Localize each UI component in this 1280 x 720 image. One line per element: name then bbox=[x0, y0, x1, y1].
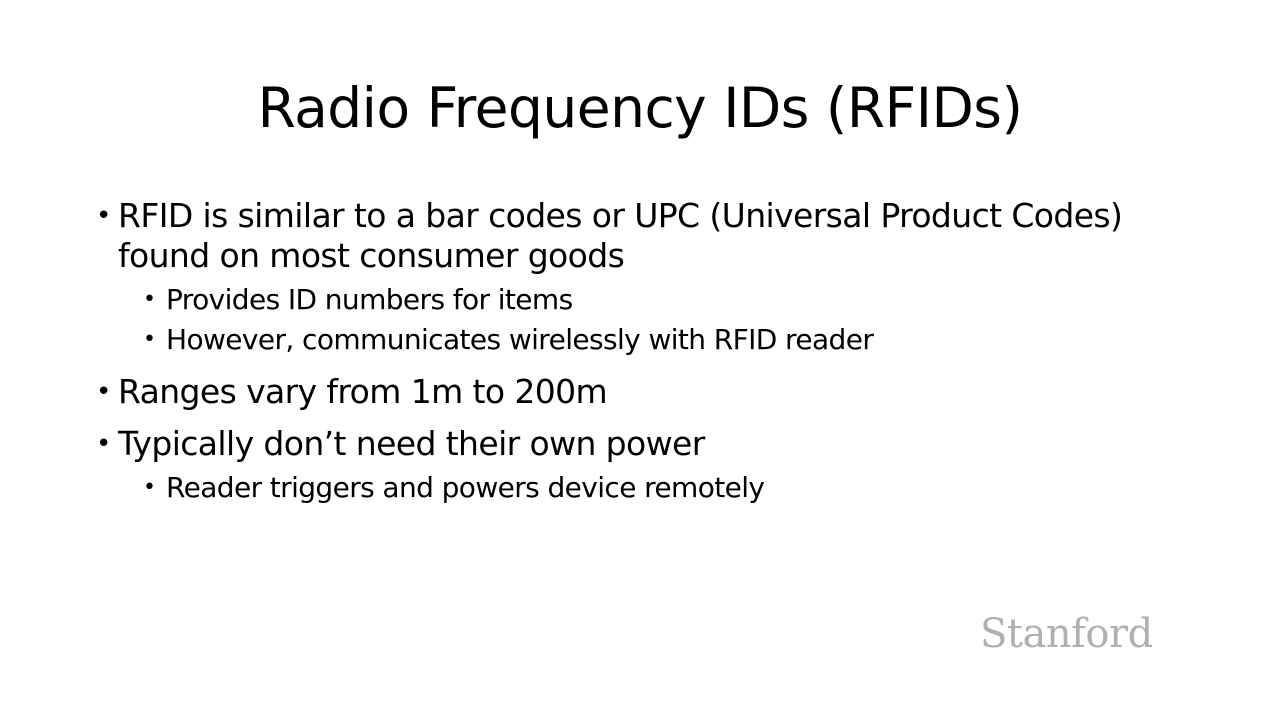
bullet-marker: • bbox=[96, 201, 111, 231]
bullet-item: • Typically don’t need their own power •… bbox=[96, 424, 1206, 508]
bullet-marker: • bbox=[96, 429, 111, 459]
sub-bullet-item: • Provides ID numbers for items bbox=[118, 280, 1206, 320]
sub-bullet-marker: • bbox=[143, 475, 156, 500]
bullet-list: • RFID is similar to a bar codes or UPC … bbox=[96, 196, 1206, 520]
sub-bullet-list: • Provides ID numbers for items • Howeve… bbox=[118, 280, 1206, 360]
sub-bullet-text: However, communicates wirelessly with RF… bbox=[166, 323, 874, 356]
bullet-marker: • bbox=[96, 377, 111, 407]
bullet-text: Ranges vary from 1m to 200m bbox=[118, 372, 608, 411]
slide-title: Radio Frequency IDs (RFIDs) bbox=[257, 76, 1023, 140]
sub-bullet-text: Provides ID numbers for items bbox=[166, 283, 573, 316]
sub-bullet-text: Reader triggers and powers device remote… bbox=[166, 471, 765, 504]
bullet-text: Typically don’t need their own power bbox=[118, 424, 705, 463]
sub-bullet-item: • However, communicates wirelessly with … bbox=[118, 320, 1206, 360]
bullet-item: • Ranges vary from 1m to 200m bbox=[96, 372, 1206, 412]
bullet-text: RFID is similar to a bar codes or UPC (U… bbox=[118, 196, 1123, 275]
bullet-item: • RFID is similar to a bar codes or UPC … bbox=[96, 196, 1206, 360]
stanford-logo: Stanford bbox=[980, 611, 1153, 657]
sub-bullet-list: • Reader triggers and powers device remo… bbox=[118, 468, 1206, 508]
slide: Radio Frequency IDs (RFIDs) • RFID is si… bbox=[0, 0, 1280, 720]
sub-bullet-marker: • bbox=[143, 287, 156, 312]
sub-bullet-item: • Reader triggers and powers device remo… bbox=[118, 468, 1206, 508]
sub-bullet-marker: • bbox=[143, 327, 156, 352]
